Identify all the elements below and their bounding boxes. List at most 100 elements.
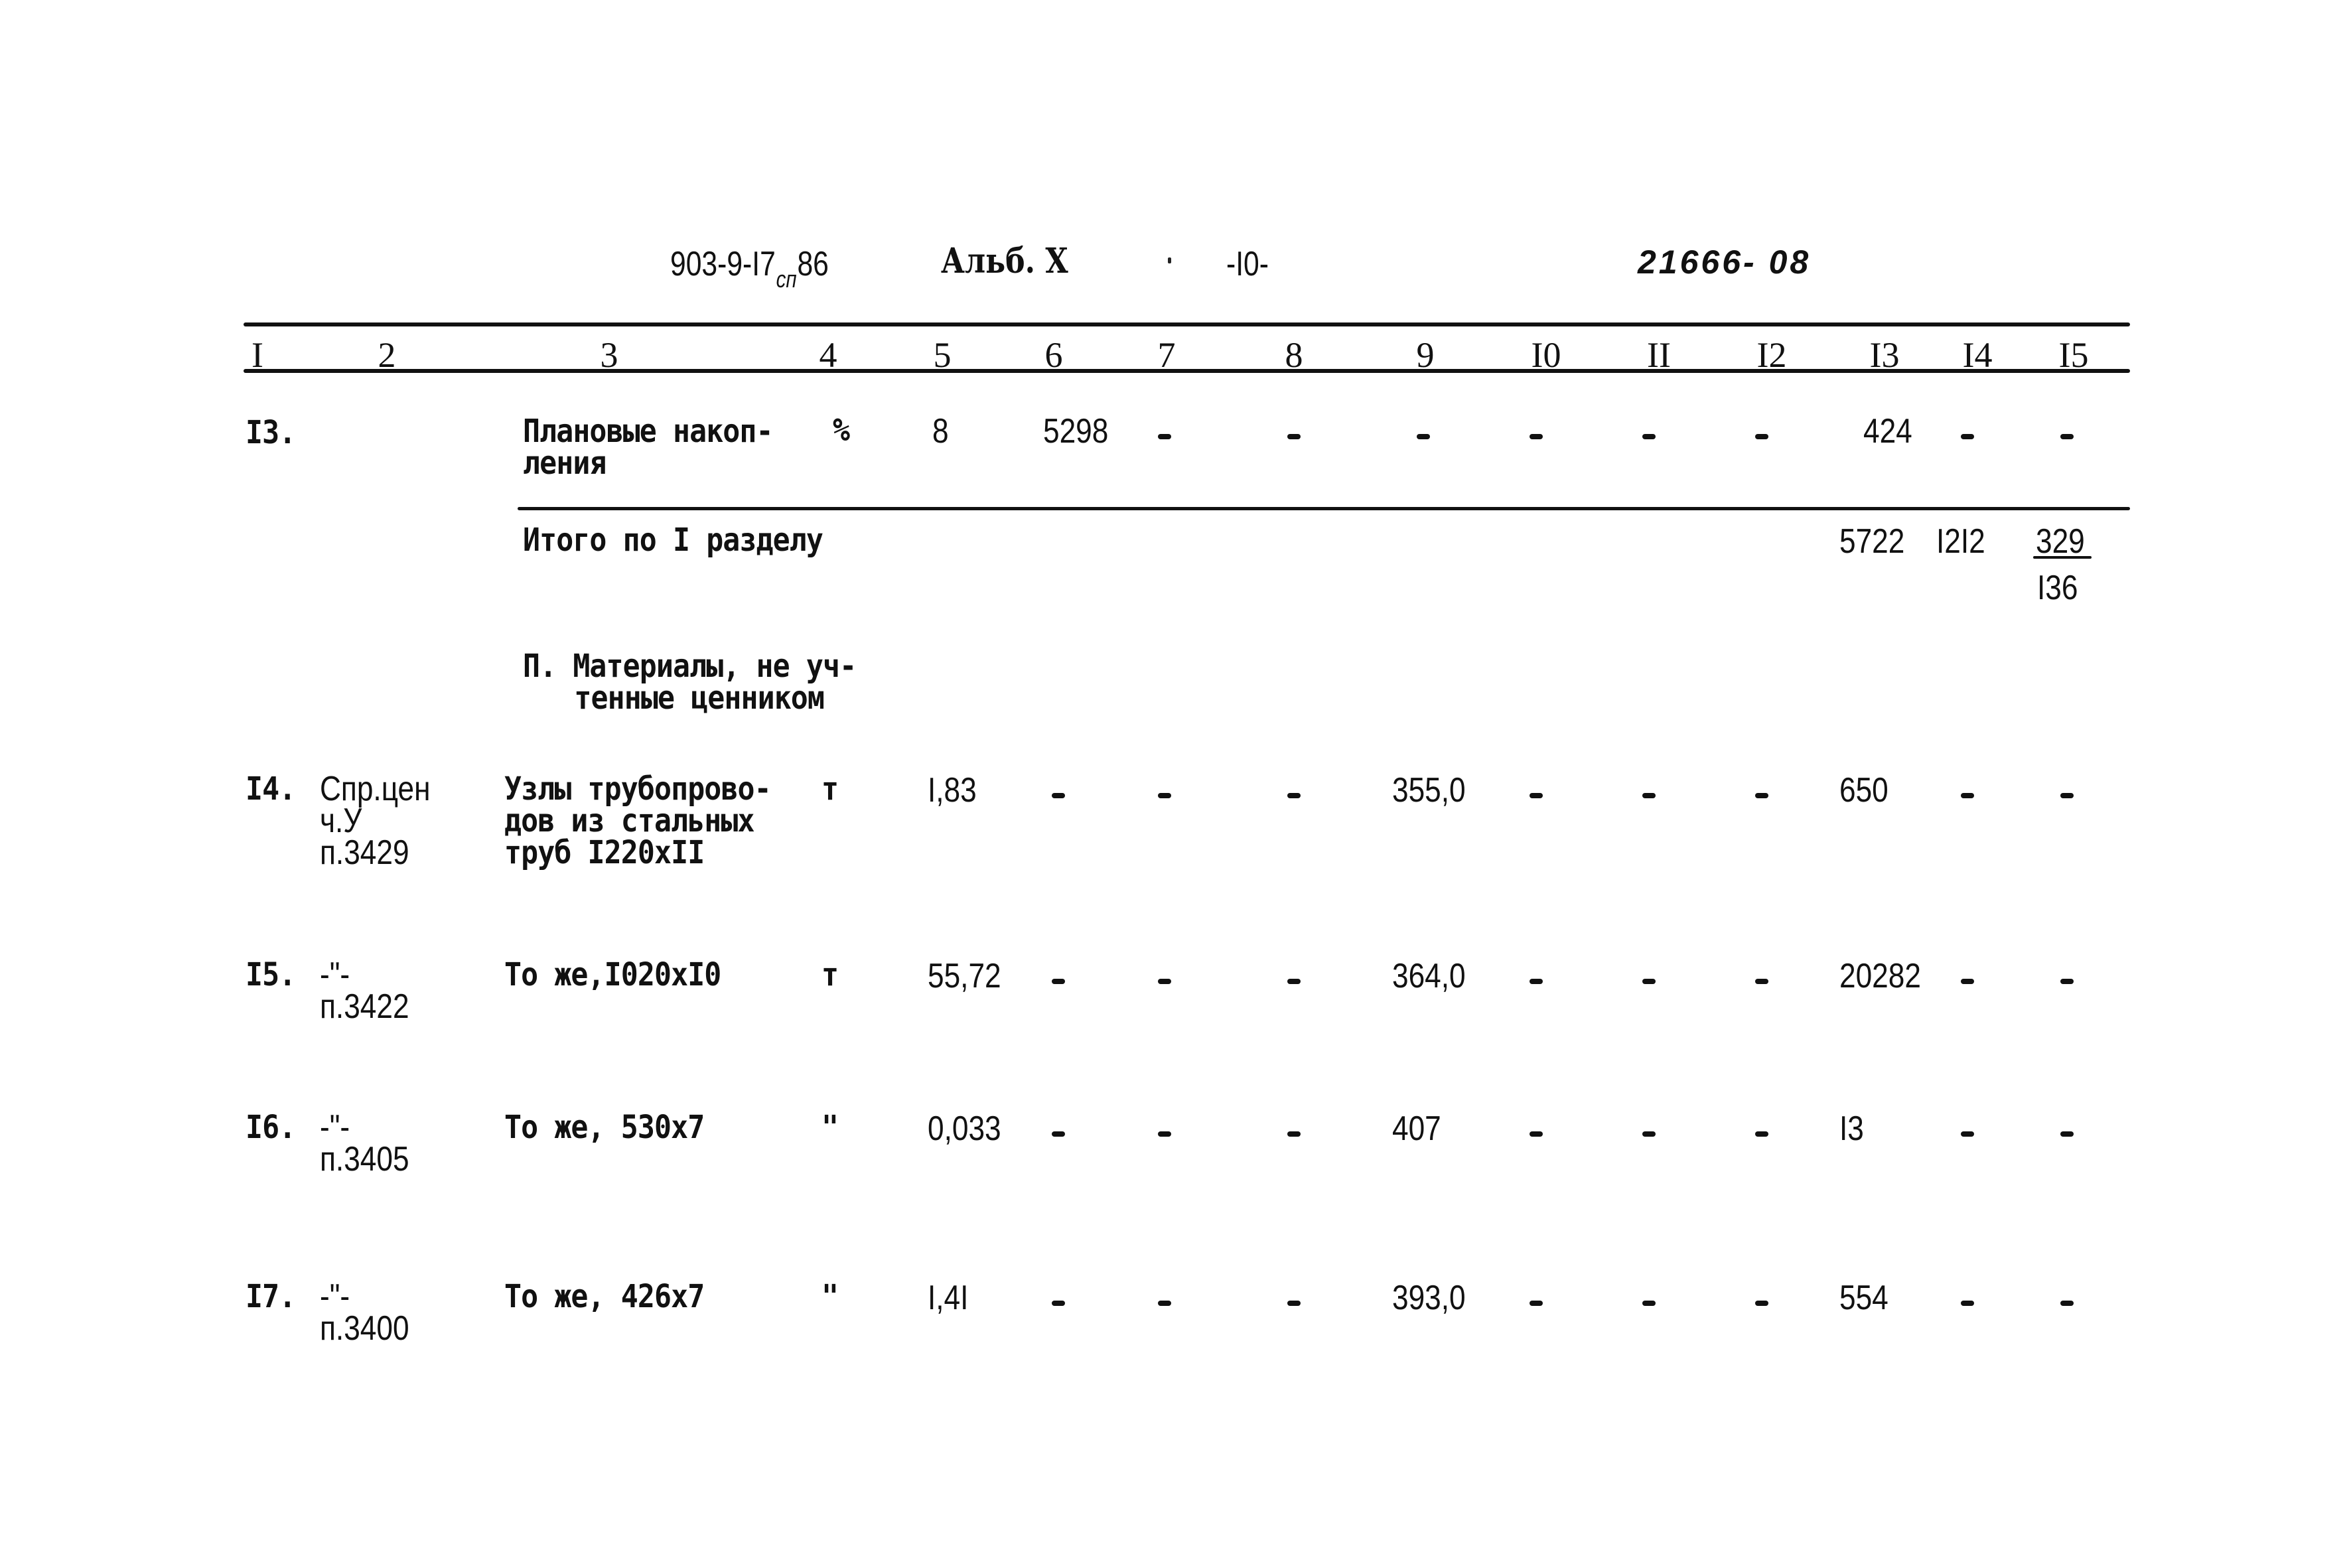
- column-header: 3: [600, 335, 618, 375]
- column-header: II: [1647, 335, 1671, 375]
- row-name-line: труб I220xII: [504, 834, 705, 871]
- column-header: I: [251, 335, 263, 375]
- cell-c9: 355,0: [1392, 771, 1466, 810]
- section-title-line: тенные ценником: [574, 679, 825, 717]
- cell-c13: 554: [1839, 1279, 1888, 1317]
- row-reference-line: ч.У: [320, 802, 362, 840]
- column-header: I3: [1869, 335, 1900, 375]
- dash-c15: [2060, 1131, 2074, 1137]
- column-header: 7: [1157, 335, 1176, 375]
- cell-c13: I3: [1839, 1109, 1864, 1148]
- document-code-subscript: сп: [776, 265, 797, 293]
- cell-c9: 364,0: [1392, 957, 1466, 995]
- dash-c10: [1530, 1301, 1543, 1306]
- column-header: 6: [1044, 335, 1063, 375]
- row-unit: т: [821, 956, 839, 993]
- dash-c14: [1961, 1131, 1974, 1137]
- handwritten-number: 21666- 08: [1638, 244, 1812, 281]
- dash-c11: [1642, 1131, 1656, 1137]
- dash-c7: [1158, 793, 1171, 798]
- row-name: То же, 530x7: [504, 1109, 705, 1146]
- cell-c9: 407: [1392, 1109, 1441, 1148]
- cell-c13: 650: [1839, 771, 1888, 810]
- row-name: То же,I020xI0: [504, 959, 721, 991]
- document-code-suffix: 86: [797, 245, 829, 283]
- fraction-bar: [2033, 556, 2092, 559]
- column-header: I2: [1756, 335, 1787, 375]
- row-unit: ": [821, 1109, 839, 1146]
- total-col14: I2I2: [1936, 522, 1985, 561]
- row-name-line: Плановые накоп-: [523, 413, 774, 450]
- row-reference: -"- п.3400: [320, 1277, 409, 1348]
- dash-c9: [1417, 434, 1430, 439]
- column-header: 8: [1285, 335, 1303, 375]
- section-title: П. Материалы, не уч- тенные ценником: [523, 648, 857, 717]
- dash-c8: [1287, 1301, 1301, 1306]
- column-header: 2: [378, 335, 396, 375]
- dash-c14: [1961, 434, 1974, 439]
- total-col15-denominator: I36: [2037, 569, 2078, 607]
- row-reference-line: -"-: [320, 1108, 350, 1147]
- dash-c7: [1158, 979, 1171, 984]
- dash-c10: [1530, 793, 1543, 798]
- row-reference-line: п.3429: [320, 833, 409, 872]
- row-reference-line: Спр.цен: [320, 770, 431, 808]
- dash-c12: [1755, 434, 1768, 439]
- table-header-bottom-rule: [244, 369, 2130, 373]
- row-name: Узлы трубопрово-дов из стальных труб I220…: [504, 770, 772, 871]
- dash-c11: [1642, 1301, 1656, 1306]
- table-top-rule: [244, 322, 2130, 326]
- stray-mark: [1168, 257, 1171, 263]
- dash-c12: [1755, 1301, 1768, 1306]
- row-name-line: То же, 530x7: [504, 1109, 705, 1146]
- cell-c5: 8: [932, 412, 949, 451]
- row-number: I7.: [246, 1278, 296, 1315]
- dash-c14: [1961, 793, 1974, 798]
- total-col15-numerator: 329: [2036, 522, 2085, 561]
- column-header: 4: [819, 335, 837, 375]
- dash-c10: [1530, 434, 1543, 439]
- row-number: I6.: [246, 1109, 296, 1146]
- dash-c15: [2060, 793, 2074, 798]
- row-unit: ": [821, 1278, 839, 1315]
- dash-c10: [1530, 1131, 1543, 1137]
- row-reference-line: -"-: [320, 1277, 350, 1316]
- column-header: I4: [1962, 335, 1993, 375]
- dash-c15: [2060, 434, 2074, 439]
- dash-c6: [1052, 793, 1065, 798]
- dash-c15: [2060, 979, 2074, 984]
- total-col13: 5722: [1839, 522, 1905, 561]
- dash-c12: [1755, 793, 1768, 798]
- column-header: 9: [1416, 335, 1435, 375]
- document-code-prefix: 903-9-I7: [670, 245, 776, 283]
- dash-c8: [1287, 793, 1301, 798]
- dash-c12: [1755, 979, 1768, 984]
- row-name-line: То же, 426x7: [504, 1278, 705, 1315]
- dash-c14: [1961, 979, 1974, 984]
- total-label: Итого по I разделу: [523, 522, 823, 559]
- cell-c5: 0,033: [928, 1109, 1001, 1148]
- cell-c5: I,83: [928, 771, 977, 810]
- cell-c5: I,4I: [928, 1279, 969, 1317]
- row-name-line: Узлы трубопрово-: [504, 770, 772, 808]
- dash-c14: [1961, 1301, 1974, 1306]
- row-reference: Спр.цен ч.У п.3429: [320, 770, 431, 872]
- dash-c8: [1287, 979, 1301, 984]
- row-reference: -"- п.3405: [320, 1108, 409, 1176]
- row-reference-line: п.3400: [320, 1309, 409, 1348]
- total-separator-rule: [518, 507, 2130, 510]
- dash-c12: [1755, 1131, 1768, 1137]
- dash-c6: [1052, 1131, 1065, 1137]
- row-reference: -"- п.3422: [320, 958, 409, 1024]
- dash-c11: [1642, 434, 1656, 439]
- row-unit: т: [821, 770, 839, 808]
- dash-c10: [1530, 979, 1543, 984]
- row-name: Плановые накоп- ления: [523, 413, 774, 479]
- dash-c6: [1052, 1301, 1065, 1306]
- section-title-line: П. Материалы, не уч-: [523, 648, 857, 685]
- dash-c7: [1158, 434, 1171, 439]
- album-label: Альб. X: [941, 241, 1068, 281]
- row-number: I5.: [246, 956, 296, 993]
- dash-c7: [1158, 1301, 1171, 1306]
- row-name-line: То же,I020xI0: [504, 956, 721, 993]
